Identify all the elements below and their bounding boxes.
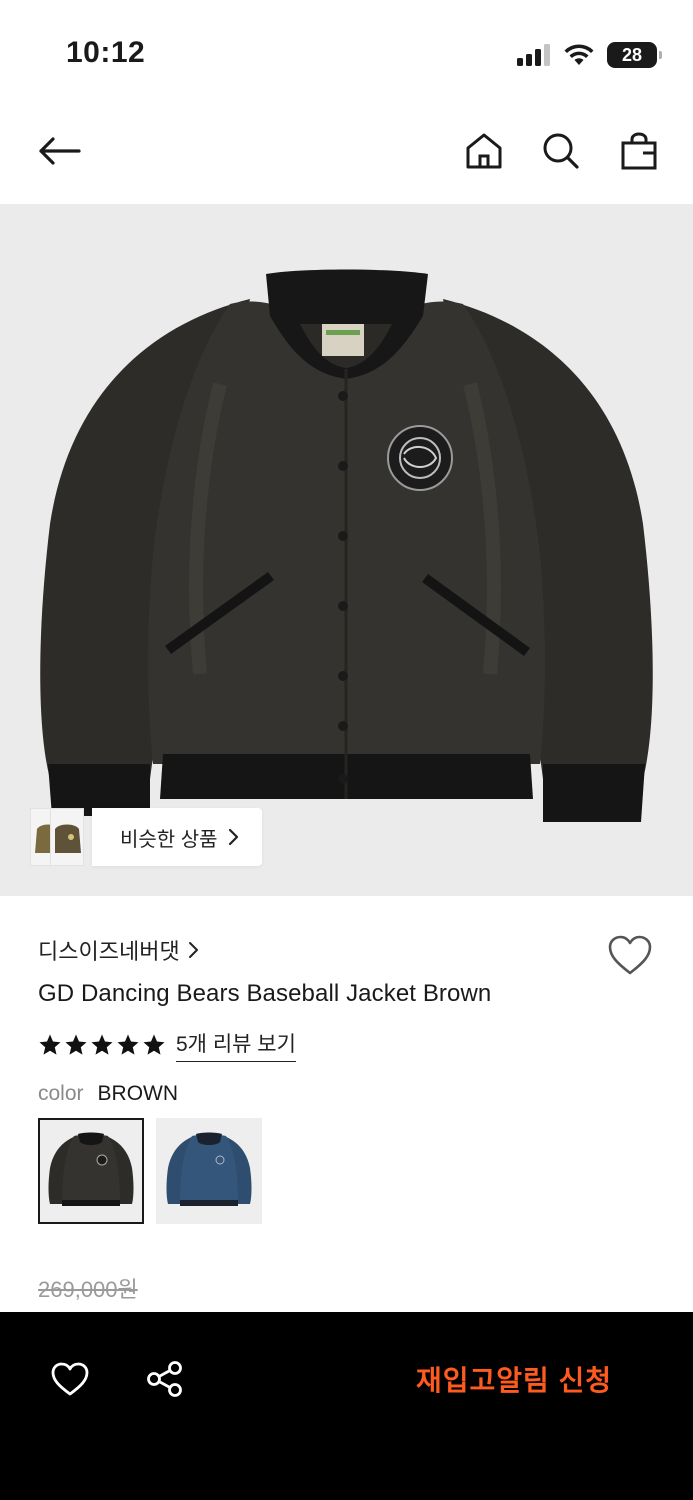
search-icon [543, 133, 579, 169]
color-value: BROWN [97, 1082, 179, 1105]
brand-name: 디스이즈네버댓 [38, 939, 180, 964]
similar-thumbnail [50, 808, 84, 866]
similar-thumbnails [30, 808, 92, 866]
heart-icon [51, 1362, 89, 1396]
home-icon [466, 133, 502, 169]
chevron-right-icon [188, 942, 198, 958]
similar-products-label: 비슷한 상품 [120, 828, 218, 851]
star-icon [39, 1034, 61, 1055]
similar-products-button[interactable]: 비슷한 상품 [30, 808, 262, 866]
original-price: 269,000원 [38, 1277, 138, 1302]
star-icon [143, 1034, 165, 1055]
swatch-blue[interactable] [156, 1118, 262, 1224]
share-button[interactable] [140, 1354, 190, 1404]
product-title: GD Dancing Bears Baseball Jacket Brown [38, 980, 492, 1007]
heart-icon [608, 935, 652, 975]
share-icon [147, 1361, 182, 1397]
swatch-brown[interactable] [38, 1118, 144, 1224]
battery-level: 28 [621, 44, 643, 65]
star-icon [91, 1034, 113, 1055]
back-arrow-icon [39, 137, 81, 165]
star-icon [65, 1034, 87, 1055]
rating-stars [38, 1033, 166, 1057]
jacket-image [40, 269, 653, 822]
cart-button[interactable] [614, 126, 664, 176]
status-bar: 10:12 28 [0, 0, 693, 100]
product-image[interactable]: 비슷한 상품 [0, 204, 693, 896]
shopping-bag-icon [621, 132, 657, 170]
bottom-action-bar: 재입고알림 신청 [0, 1312, 693, 1500]
color-row: color BROWN [38, 1082, 178, 1106]
home-button[interactable] [459, 126, 509, 176]
brand-link[interactable]: 디스이즈네버댓 [38, 934, 200, 966]
top-navigation [0, 100, 693, 204]
signal-icon [517, 44, 550, 66]
review-link[interactable]: 5개 리뷰 보기 [176, 1028, 296, 1062]
battery-icon: 28 [607, 42, 662, 68]
status-time: 10:12 [66, 36, 146, 69]
status-icons: 28 [517, 40, 662, 70]
color-swatches [38, 1118, 262, 1224]
wishlist-button[interactable] [604, 930, 656, 980]
back-button[interactable] [34, 126, 84, 176]
color-label: color [38, 1082, 84, 1105]
blue-jacket-thumbnail [166, 1132, 252, 1206]
chevron-right-icon [228, 828, 238, 846]
restock-alert-button[interactable]: 재입고알림 신청 [380, 1356, 648, 1402]
wifi-icon [564, 44, 594, 65]
bottom-wishlist-button[interactable] [45, 1354, 95, 1404]
search-button[interactable] [536, 126, 586, 176]
brown-jacket-thumbnail [48, 1132, 134, 1206]
similar-products-label-box: 비슷한 상품 [92, 808, 262, 866]
star-icon [117, 1034, 139, 1055]
rating-row: 5개 리뷰 보기 [38, 1028, 296, 1062]
